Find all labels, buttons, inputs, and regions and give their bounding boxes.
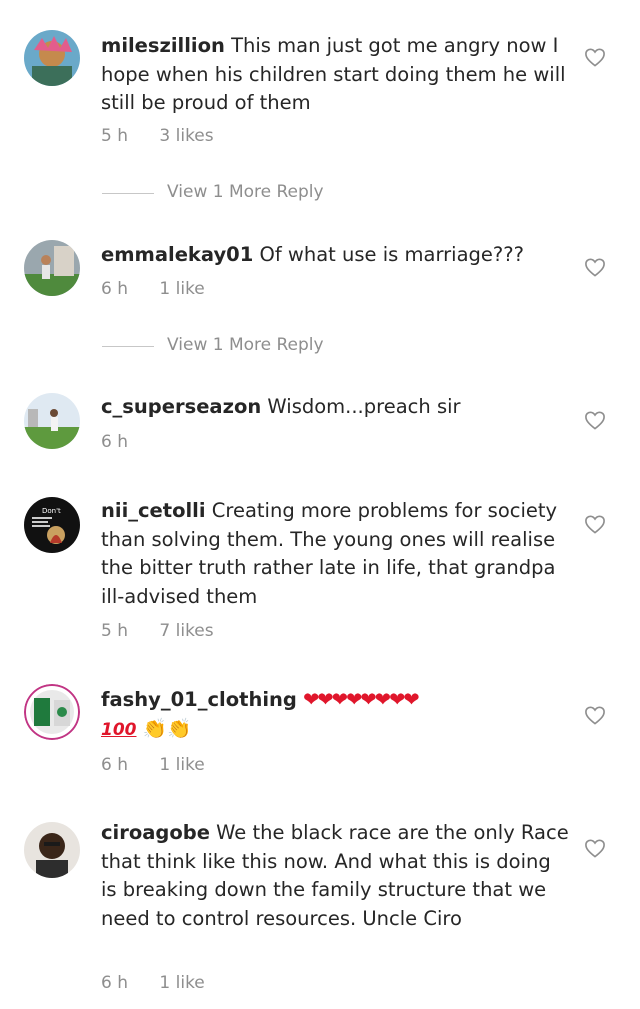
comment-username[interactable]: ciroagobe: [101, 821, 210, 844]
comment-text: nii_cetolli Creating more problems for s…: [101, 497, 571, 611]
comment-likes[interactable]: 1 like: [159, 973, 204, 993]
comment-time: 6 h: [101, 432, 128, 452]
comment-time: 6 h: [101, 755, 128, 775]
heart-icon[interactable]: [584, 514, 606, 534]
comment-meta: 6 h 1 like: [101, 755, 231, 775]
comment-likes[interactable]: 3 likes: [159, 126, 213, 146]
comment-time: 6 h: [101, 279, 128, 299]
comment-meta: 6 h 1 like: [101, 973, 231, 993]
comment-text: emmalekay01 Of what use is marriage???: [101, 241, 571, 270]
comment-text: mileszillion This man just got me angry …: [101, 32, 571, 118]
comment-username[interactable]: nii_cetolli: [101, 499, 206, 522]
comment-likes[interactable]: 7 likes: [159, 621, 213, 641]
avatar[interactable]: [24, 30, 80, 86]
comment-time: 6 h: [101, 973, 128, 993]
comment-likes[interactable]: 1 like: [159, 279, 204, 299]
heart-icon[interactable]: [584, 47, 606, 67]
avatar[interactable]: [24, 240, 80, 296]
heart-icon[interactable]: [584, 257, 606, 277]
comment-username[interactable]: fashy_01_clothing: [101, 688, 297, 711]
replies-divider: [102, 193, 154, 194]
comment-meta: 6 h: [101, 432, 154, 452]
avatar[interactable]: [24, 684, 80, 740]
avatar[interactable]: [24, 822, 80, 878]
avatar[interactable]: [24, 393, 80, 449]
replies-divider: [102, 346, 154, 347]
view-replies-label: View 1 More Reply: [167, 182, 324, 202]
clap-emoji: 👏👏: [142, 716, 192, 740]
comment-body: Of what use is marriage???: [259, 243, 524, 266]
comment-text: fashy_01_clothing ❤❤❤❤❤❤❤❤ 100 👏👏: [101, 686, 571, 744]
comment-username[interactable]: mileszillion: [101, 34, 225, 57]
comment-text: ciroagobe We the black race are the only…: [101, 819, 571, 933]
comment-body: Wisdom...preach sir: [267, 395, 461, 418]
comment-time: 5 h: [101, 126, 128, 146]
comment-text: c_superseazon Wisdom...preach sir: [101, 393, 571, 422]
comment-meta: 5 h 7 likes: [101, 621, 240, 641]
comment-username[interactable]: c_superseazon: [101, 395, 261, 418]
comment-time: 5 h: [101, 621, 128, 641]
hundred-emoji: 100: [101, 719, 137, 740]
comment-likes[interactable]: 1 like: [159, 755, 204, 775]
avatar[interactable]: Don't: [24, 497, 80, 553]
heart-icon[interactable]: [584, 705, 606, 725]
heart-icon[interactable]: [584, 410, 606, 430]
comment-username[interactable]: emmalekay01: [101, 243, 253, 266]
comment-meta: 6 h 1 like: [101, 279, 231, 299]
heart-emoji-row: ❤❤❤❤❤❤❤❤: [303, 688, 420, 711]
avatar-caption: Don't: [42, 507, 61, 515]
heart-icon[interactable]: [584, 838, 606, 858]
comment-meta: 5 h 3 likes: [101, 126, 240, 146]
view-replies-label: View 1 More Reply: [167, 335, 324, 355]
